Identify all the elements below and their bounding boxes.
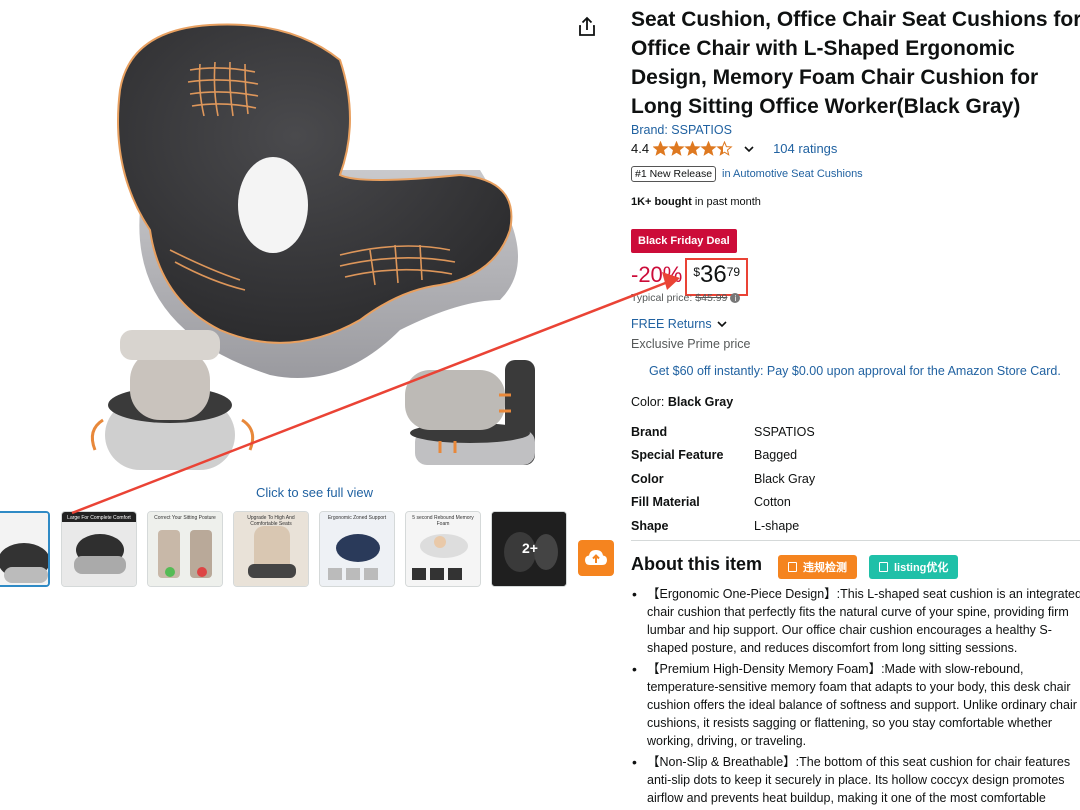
thumbnail-caption: Ergonomic Zoned Support (327, 515, 387, 521)
star-icon (700, 141, 717, 156)
info-icon[interactable]: i (730, 293, 741, 303)
edit-icon (879, 562, 888, 572)
price-currency: $ (693, 265, 701, 279)
spec-key: Special Feature (631, 448, 724, 463)
document-icon (788, 562, 797, 572)
spec-key: Fill Material (631, 495, 700, 510)
spec-row: Color Black Gray (631, 467, 815, 491)
listing-optimize-button[interactable]: listing优化 (869, 555, 959, 579)
store-card-offer-link[interactable]: Get $60 off instantly: Pay $0.00 upon ap… (649, 364, 1061, 378)
price-fraction: 79 (726, 265, 741, 279)
thumbnail-caption: Upgrade To High And Comfortable Seats (247, 515, 295, 527)
spec-value: Black Gray (754, 471, 816, 486)
star-icon (668, 141, 685, 156)
section-divider (631, 540, 1080, 541)
spec-row: Fill Material Cotton (631, 491, 815, 515)
price-whole: 36 (700, 261, 727, 288)
typical-price-label: Typical price: (631, 292, 693, 304)
prime-price-note: Exclusive Prime price (631, 337, 751, 351)
thumbnail-4[interactable]: Upgrade To High And Comfortable Seats (233, 511, 309, 587)
free-returns-link[interactable]: FREE Returns (631, 317, 729, 331)
thumbnail-6[interactable]: 5 second Rebound Memory Foam (405, 511, 481, 587)
more-images-label: 2+ (522, 540, 538, 556)
category-link[interactable]: in Automotive Seat Cushions (722, 168, 863, 180)
thumbnail-1[interactable] (0, 511, 50, 587)
star-icon (653, 141, 669, 156)
chevron-down-icon (717, 321, 727, 328)
spec-key: Brand (631, 424, 668, 439)
thumbnail-2[interactable]: Large For Complete Comfort (61, 511, 137, 587)
thumbnail-5[interactable]: Ergonomic Zoned Support (319, 511, 395, 587)
new-release-badge[interactable]: #1 New Release (631, 166, 717, 182)
thumbnail-caption: Correct Your Sitting Posture (154, 515, 216, 521)
half-star-icon (716, 141, 733, 156)
spec-key: Shape (631, 518, 669, 533)
bought-count: 1K+ bought (631, 196, 692, 208)
color-value: Black Gray (667, 395, 734, 409)
cloud-upload-icon (585, 550, 607, 565)
spec-value: Cotton (754, 495, 791, 510)
list-item: 【Non-Slip & Breathable】:The bottom of th… (632, 753, 1080, 807)
star-rating[interactable] (653, 141, 735, 156)
color-label: Color: (631, 395, 665, 409)
rating-row: 4.4 104 ratings (631, 141, 837, 156)
spec-row: Shape L-shape (631, 514, 815, 538)
listing-optimize-label: listing优化 (894, 562, 949, 574)
price-highlight-box: $ 36 79 (685, 258, 749, 296)
free-returns-label: FREE Returns (631, 317, 712, 331)
cloud-upload-button[interactable] (578, 540, 614, 576)
deal-badge: Black Friday Deal (631, 229, 737, 253)
list-item: 【Premium High-Density Memory Foam】:Made … (632, 660, 1080, 750)
thumbnail-3[interactable]: Correct Your Sitting Posture (147, 511, 223, 587)
bought-suffix: in past month (691, 196, 761, 208)
ratings-count-link[interactable]: 104 ratings (773, 141, 837, 156)
spec-value: Bagged (754, 448, 798, 463)
click-full-view-link[interactable]: Click to see full view (256, 485, 373, 500)
new-release-row: #1 New Release in Automotive Seat Cushio… (631, 166, 863, 182)
discount-percent: -20% (631, 262, 683, 287)
rating-value: 4.4 (631, 141, 650, 156)
thumbnail-caption: 5 second Rebound Memory Foam (412, 515, 474, 527)
typical-price-value: $45.99 (695, 292, 728, 304)
about-this-item-heading: About this item (631, 554, 762, 574)
spec-row: Special Feature Bagged (631, 444, 815, 468)
product-title: Seat Cushion, Office Chair Seat Cushions… (631, 8, 1080, 118)
spec-row: Brand SSPATIOS (631, 420, 815, 444)
spec-key: Color (631, 471, 664, 486)
chevron-down-icon[interactable] (743, 143, 755, 155)
price-row: -20% $ 36 79 (631, 258, 749, 296)
spec-value: SSPATIOS (754, 424, 815, 439)
violation-check-button[interactable]: 违规检测 (778, 555, 857, 579)
spec-value: L-shape (754, 518, 800, 533)
list-item: 【Ergonomic One-Piece Design】:This L-shap… (632, 585, 1080, 657)
bought-in-past-month: 1K+ bought in past month (631, 196, 761, 208)
violation-check-label: 违规检测 (803, 562, 847, 574)
about-bullets: 【Ergonomic One-Piece Design】:This L-shap… (632, 585, 1080, 810)
selected-color: Color: Black Gray (631, 395, 733, 409)
main-product-image[interactable] (40, 0, 590, 480)
star-icon (684, 141, 701, 156)
brand-link[interactable]: Brand: SSPATIOS (631, 123, 732, 137)
thumbnail-caption: Large For Complete Comfort (67, 515, 131, 521)
typical-price: Typical price: $45.99 i (631, 292, 741, 304)
product-specs-table: Brand SSPATIOS Special Feature Bagged Colo… (631, 420, 815, 538)
share-icon[interactable] (574, 14, 600, 40)
